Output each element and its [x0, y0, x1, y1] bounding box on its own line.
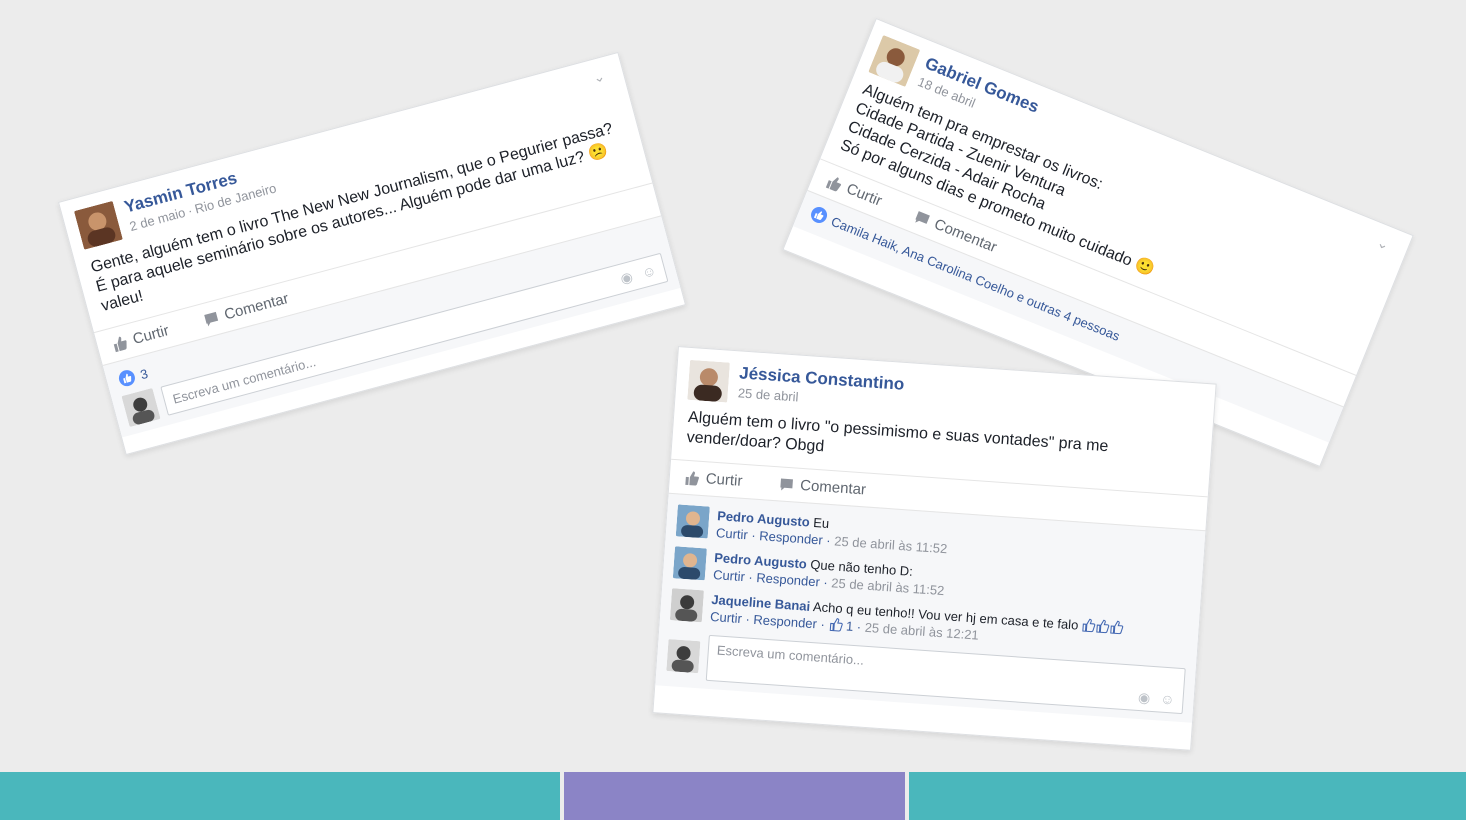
- emoji-icon[interactable]: ☺: [1160, 691, 1175, 709]
- input-icons: ◉ ☺: [618, 261, 658, 287]
- camera-icon[interactable]: ◉: [618, 268, 634, 288]
- avatar: [666, 639, 701, 674]
- comment-like-link[interactable]: Curtir: [713, 567, 746, 584]
- comment-likes: 1: [845, 618, 854, 634]
- like-badge-icon: [808, 204, 830, 226]
- thumbs-up-icon: [829, 618, 843, 632]
- chevron-down-icon[interactable]: ⌄: [591, 67, 607, 86]
- like-button[interactable]: Curtir: [683, 469, 743, 490]
- avatar[interactable]: [669, 588, 705, 623]
- thumbs-up-icon: [685, 470, 700, 486]
- footer-bar-left: [0, 772, 560, 820]
- comments-area: Pedro Augusto Eu Curtir · Responder · 25…: [655, 492, 1206, 723]
- avatar[interactable]: [687, 359, 730, 403]
- footer-bar-middle: [564, 772, 905, 820]
- comment-button[interactable]: Comentar: [778, 475, 867, 498]
- comment-icon: [780, 477, 793, 491]
- avatar[interactable]: [675, 504, 710, 539]
- comment-text: Eu: [812, 514, 830, 531]
- post-card-yasmin: Yasmin Torres 2 de maio·Rio de Janeiro ⌄…: [58, 51, 687, 456]
- comment-reply-link[interactable]: Responder: [756, 570, 821, 589]
- comment-reply-link[interactable]: Responder: [753, 612, 818, 631]
- camera-icon[interactable]: ◉: [1137, 689, 1151, 707]
- emoji-icon[interactable]: ☺: [640, 261, 658, 281]
- comment-label: Comentar: [799, 476, 867, 499]
- comment-like-link[interactable]: Curtir: [716, 525, 749, 542]
- avatar[interactable]: [868, 34, 921, 87]
- post-card-jessica: Jéssica Constantino 25 de abril Alguém t…: [652, 346, 1217, 751]
- thumbs-up-icon: [113, 336, 127, 352]
- like-label: Curtir: [844, 180, 885, 210]
- avatar[interactable]: [672, 546, 707, 581]
- avatar: [121, 387, 161, 428]
- chevron-down-icon[interactable]: ⌄: [1375, 234, 1392, 254]
- thumbs-up-icon: [826, 176, 842, 191]
- comment-icon: [203, 311, 218, 326]
- avatar[interactable]: [73, 200, 123, 250]
- like-label: Curtir: [131, 322, 171, 348]
- footer-bar-right: [909, 772, 1466, 820]
- comment-placeholder: Escreva um comentário...: [716, 642, 865, 668]
- comment-icon: [915, 210, 930, 224]
- comment-reply-link[interactable]: Responder: [759, 528, 824, 547]
- post-date[interactable]: 25 de abril: [737, 385, 799, 404]
- comment-like-link[interactable]: Curtir: [710, 609, 743, 626]
- thumbs-up-icon: [1081, 618, 1124, 636]
- input-icons: ◉ ☺: [1137, 689, 1176, 712]
- like-badge-icon: [117, 368, 137, 388]
- like-label: Curtir: [705, 470, 743, 490]
- likes-count: 3: [138, 365, 150, 382]
- comment-like-count[interactable]: 1: [828, 617, 854, 634]
